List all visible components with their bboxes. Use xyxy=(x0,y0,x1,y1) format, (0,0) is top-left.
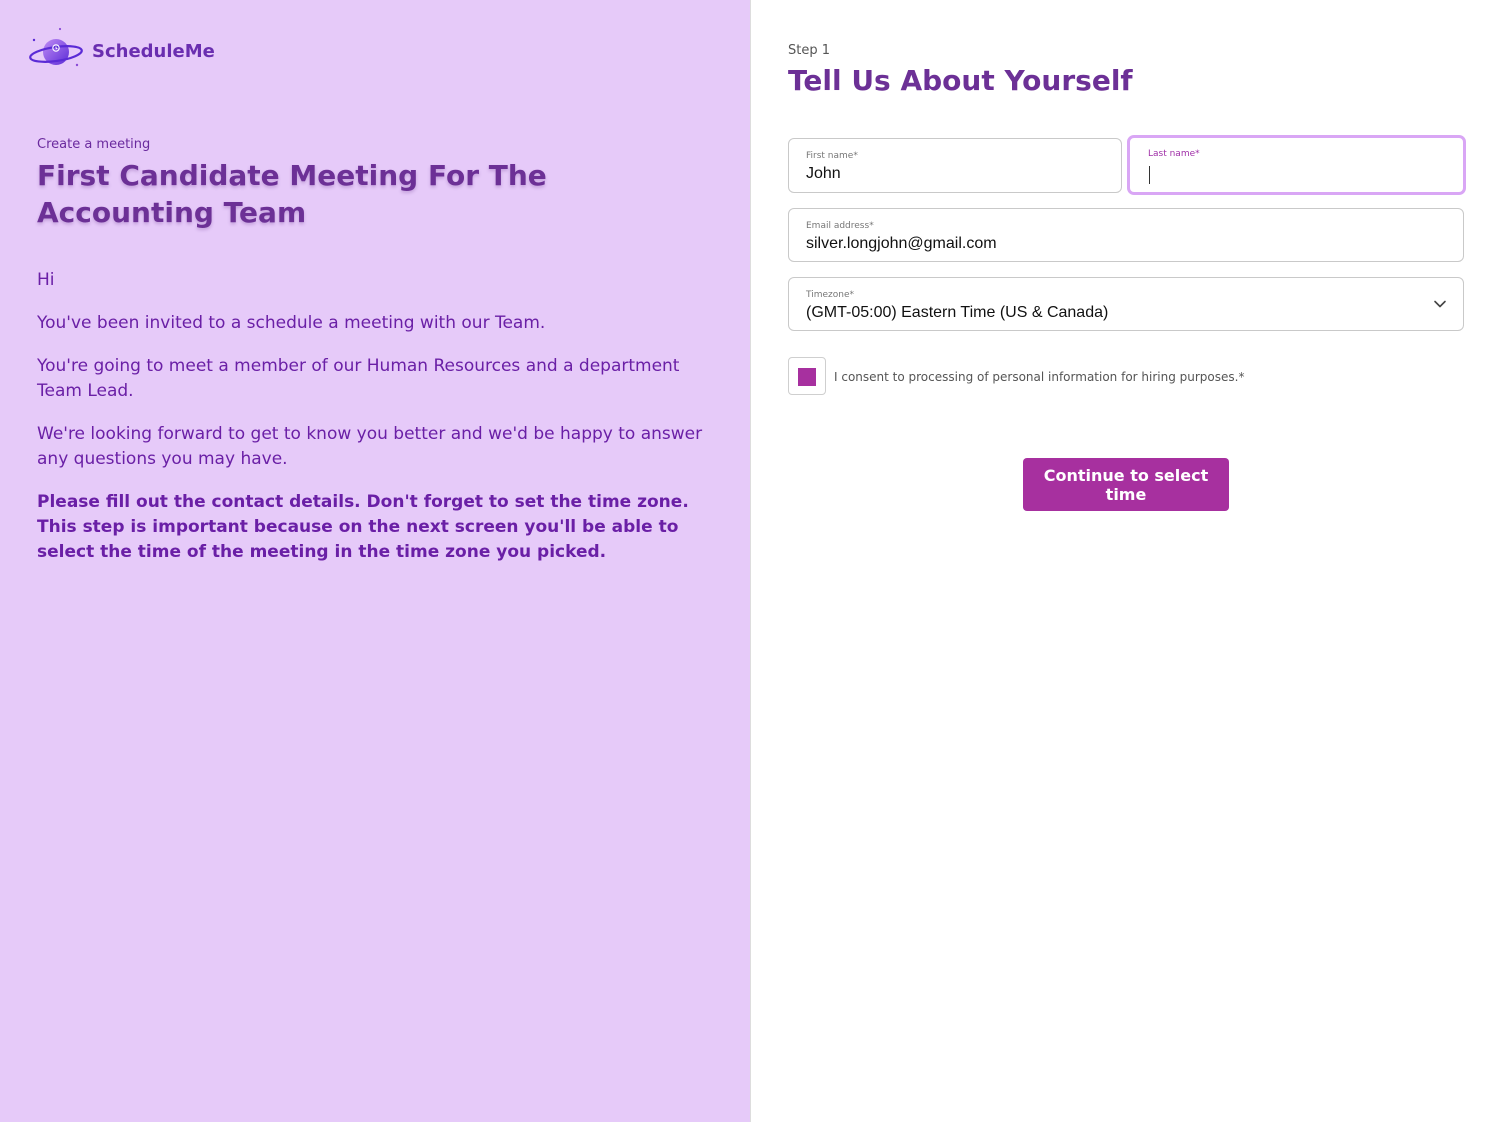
first-name-value[interactable]: John xyxy=(806,165,841,183)
consent-label[interactable]: I consent to processing of personal info… xyxy=(834,370,1244,384)
invitation-text: Hi You've been invited to a schedule a m… xyxy=(37,268,727,583)
first-name-field[interactable]: First name* John xyxy=(788,138,1122,193)
continue-button[interactable]: Continue to select time xyxy=(1023,458,1229,511)
email-label: Email address* xyxy=(806,221,874,231)
text-caret xyxy=(1149,166,1150,184)
timezone-label: Timezone* xyxy=(806,290,854,300)
first-name-label: First name* xyxy=(806,151,858,161)
timezone-value[interactable]: (GMT-05:00) Eastern Time (US & Canada) xyxy=(806,304,1108,322)
form-panel: Step 1 Tell Us About Yourself First name… xyxy=(750,0,1500,1122)
eyebrow-label: Create a meeting xyxy=(37,137,151,152)
brand-name: ScheduleMe xyxy=(92,40,215,62)
brand[interactable]: ScheduleMe xyxy=(28,26,215,76)
checkbox-checked-indicator xyxy=(798,368,816,386)
meeting-title: First Candidate Meeting For The Accounti… xyxy=(37,159,547,229)
form-title: Tell Us About Yourself xyxy=(788,64,1133,97)
welcome-paragraph: We're looking forward to get to know you… xyxy=(37,424,703,469)
timezone-select[interactable]: Timezone* (GMT-05:00) Eastern Time (US &… xyxy=(788,277,1464,331)
greeting-paragraph: Hi xyxy=(37,270,55,290)
last-name-label: Last name* xyxy=(1148,149,1200,159)
email-field[interactable]: Email address* silver.longjohn@gmail.com xyxy=(788,208,1464,262)
intro-panel: ScheduleMe Create a meeting First Candid… xyxy=(0,0,750,1122)
consent-checkbox[interactable] xyxy=(788,357,826,395)
email-value[interactable]: silver.longjohn@gmail.com xyxy=(806,235,997,253)
planet-clock-icon xyxy=(29,27,83,67)
step-label: Step 1 xyxy=(788,43,831,58)
invitation-paragraph: You've been invited to a schedule a meet… xyxy=(37,313,546,333)
chevron-down-icon[interactable] xyxy=(1433,297,1447,311)
meeting-participants-paragraph: You're going to meet a member of our Hum… xyxy=(37,356,680,401)
last-name-field[interactable]: Last name* xyxy=(1127,135,1466,195)
instructions-paragraph: Please fill out the contact details. Don… xyxy=(37,492,689,562)
